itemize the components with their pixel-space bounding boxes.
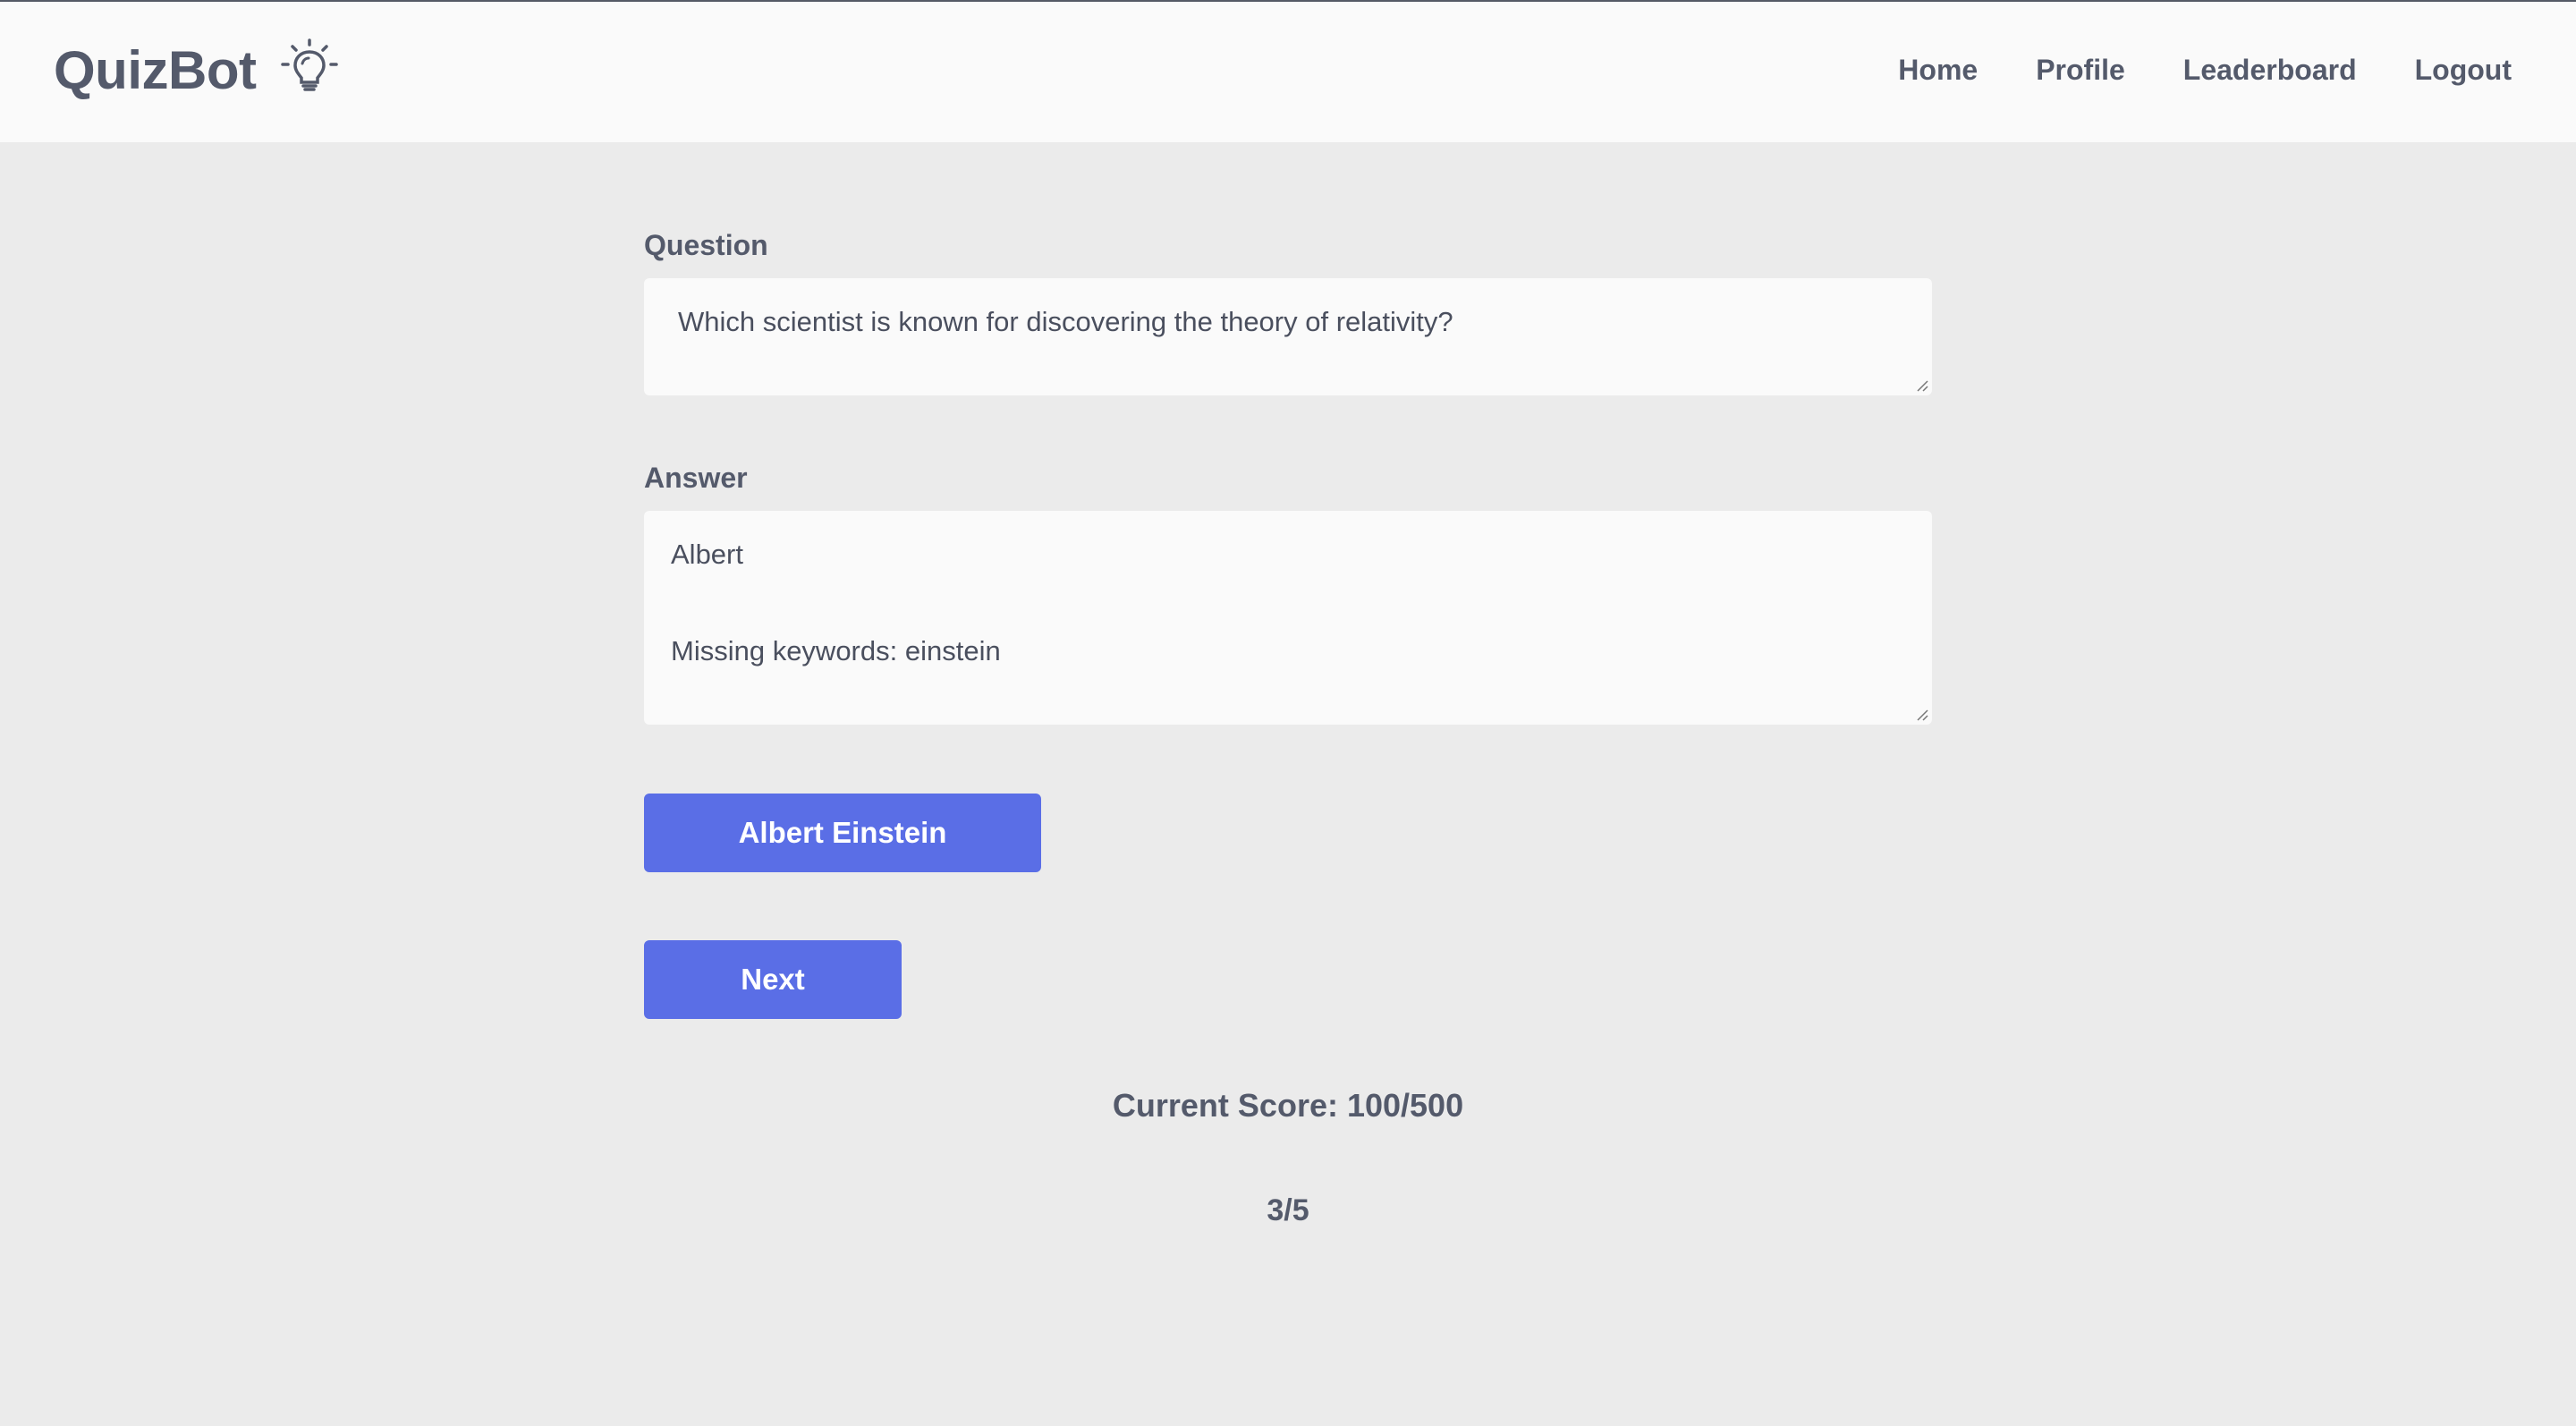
resize-grip-icon[interactable] [1916, 709, 1928, 721]
question-textarea[interactable]: Which scientist is known for discovering… [644, 278, 1932, 395]
answer-text: Albert [671, 539, 743, 570]
answer-textarea[interactable]: Albert Missing keywords: einstein [644, 511, 1932, 725]
nav-home[interactable]: Home [1898, 54, 1978, 87]
brand-name: QuizBot [54, 40, 257, 100]
suggestion-button[interactable]: Albert Einstein [644, 794, 1041, 872]
next-button[interactable]: Next [644, 940, 902, 1019]
nav-profile[interactable]: Profile [2036, 54, 2125, 87]
missing-keywords-text: Missing keywords: einstein [671, 635, 1001, 667]
nav-logout[interactable]: Logout [2415, 54, 2512, 87]
lightbulb-icon [281, 38, 339, 91]
question-progress: 3/5 [1267, 1193, 1309, 1227]
nav-leaderboard[interactable]: Leaderboard [2183, 54, 2357, 87]
question-text: Which scientist is known for discovering… [678, 306, 1453, 337]
current-score: Current Score: 100/500 [1112, 1087, 1464, 1124]
question-label: Question [644, 229, 768, 261]
answer-label: Answer [644, 462, 748, 494]
navbar: QuizBot Home Profile Leaderboard Logout [0, 2, 2576, 142]
brand[interactable]: QuizBot [54, 38, 340, 101]
resize-grip-icon[interactable] [1916, 379, 1928, 392]
nav-links: Home Profile Leaderboard Logout [1840, 54, 2512, 87]
